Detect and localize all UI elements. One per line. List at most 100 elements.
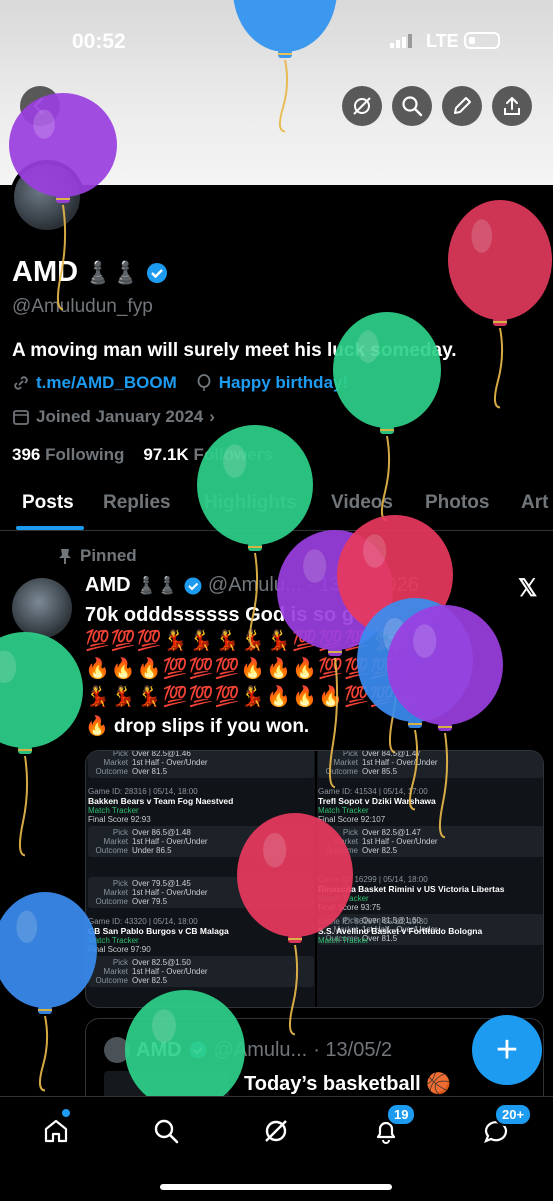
balloon-icon <box>0 632 83 857</box>
slip-pick: Over 82.5@1.47 <box>362 828 421 837</box>
slip-pick: Over 86.5@1.48 <box>132 828 191 837</box>
followers-label[interactable]: Followers <box>193 445 272 464</box>
slip-market-label: Market <box>103 888 128 897</box>
notifications-badge: 19 <box>386 1103 417 1126</box>
slip-details: Pick Over 86.5@1.48 Market 1st Half - Over/… <box>88 826 314 857</box>
slip-teams: CB San Pablo Burgos v CB Malaga <box>88 926 229 936</box>
slip-final-score: Final Score 97:90 <box>88 945 151 954</box>
x-logo-icon[interactable]: 𝕏 <box>518 574 537 603</box>
quoted-avatar <box>104 1037 130 1063</box>
profile-name-emojis: ♟️♟️ <box>84 259 139 285</box>
profile-handle: @Amuludun_fyp <box>12 296 153 317</box>
share-button[interactable] <box>492 86 532 126</box>
plus-icon: + <box>495 1028 519 1071</box>
betslip-entry: Game ID: 28316 | 05/14, 18:00 Bakken Bear… <box>88 787 314 857</box>
slip-pick: Over 84.5@1.47 <box>362 750 421 758</box>
calendar-icon <box>13 410 29 425</box>
post-avatar[interactable] <box>12 578 72 638</box>
post-emoji-line: 💯💯💯💃💃💃💃💃💯💯💯💃💃 <box>85 630 422 652</box>
post-text-2: 🔥 drop slips if you won. <box>85 716 310 737</box>
pin-icon <box>59 549 71 564</box>
betslip-entry: Pick Over 82.5@1.46 Market 1st Half - Over/… <box>88 751 314 778</box>
slip-game-id: Game ID: 16299 | 05/14, 18:00 <box>318 875 428 884</box>
tab-posts[interactable]: Posts <box>22 492 74 514</box>
home-icon <box>44 1119 68 1143</box>
tab-photos[interactable]: Photos <box>425 492 489 514</box>
following-label[interactable]: Following <box>45 445 124 464</box>
tab-videos[interactable]: Videos <box>331 492 393 514</box>
edit-button[interactable] <box>442 86 482 126</box>
slip-outcome-label: Outcome <box>95 767 128 776</box>
profile-joined[interactable]: Joined January 2024 › <box>12 407 215 427</box>
slip-pick: Over 79.5@1.45 <box>132 879 191 888</box>
slip-details: Pick Over 82.5@1.50 Market 1st Half - Over/… <box>88 956 314 987</box>
slip-market-label: Market <box>333 837 358 846</box>
profile-tabs: Posts Replies Highlights Videos Photos A… <box>0 484 553 531</box>
profile-name: AMD ♟️♟️ <box>12 256 169 289</box>
post-date: · 13/05/2026 <box>306 574 419 596</box>
slip-market: 1st Half - Over/Under <box>132 967 208 976</box>
balloon-icon <box>197 374 211 391</box>
slip-details: Pick Over 82.5@1.46 Market 1st Half - Over/… <box>88 751 314 778</box>
grok-button[interactable] <box>342 86 382 126</box>
nav-notifications[interactable]: 19 <box>366 1103 417 1151</box>
edit-icon <box>454 97 471 114</box>
post-emoji-line: 🔥🔥🔥💯💯💯🔥🔥🔥💯💯💯💯 <box>85 658 422 680</box>
following-count[interactable]: 396 <box>12 445 40 464</box>
slip-details: Pick Over 82.5@1.47 Market 1st Half - Over/… <box>318 826 543 857</box>
compose-button[interactable]: + <box>472 1015 542 1085</box>
slip-teams: Rinascita Basket Rimini v US Victoria Li… <box>318 884 505 894</box>
quoted-author: AMD <box>136 1038 182 1061</box>
nav-grok[interactable] <box>256 1111 296 1151</box>
search-icon <box>402 96 423 117</box>
status-time: 00:52 <box>72 30 126 53</box>
slip-match-tracker: Match Tracker <box>318 936 369 945</box>
verified-icon <box>146 262 167 283</box>
post-author[interactable]: AMD <box>85 574 131 597</box>
status-bar: 00:52 LTE <box>0 28 553 56</box>
slip-pick-label: Pick <box>112 828 128 837</box>
slip-details: Pick Over 79.5@1.45 Market 1st Half - Over/… <box>88 877 314 908</box>
nav-messages[interactable]: 20+ <box>476 1103 533 1151</box>
quoted-post-header: AMD @Amulu... · 13/05/2 <box>104 1037 392 1063</box>
tab-highlights[interactable]: Highlights <box>204 492 297 514</box>
back-button[interactable] <box>20 86 60 126</box>
slip-match-tracker: Match Tracker <box>318 806 369 815</box>
grok-icon <box>265 1120 287 1142</box>
betslip-column-left: Pick Over 82.5@1.46 Market 1st Half - Over/… <box>88 751 314 1007</box>
slip-outcome: Under 86.5 <box>132 846 172 855</box>
nav-search[interactable] <box>146 1111 186 1151</box>
post-image-betslips[interactable]: Pick Over 82.5@1.46 Market 1st Half - Over/… <box>85 750 544 1008</box>
slip-outcome-label: Outcome <box>325 846 358 855</box>
followers-count[interactable]: 97.1K <box>143 445 188 464</box>
verified-icon <box>184 577 202 594</box>
slip-teams: Bakken Bears v Team Fog Naestved <box>88 796 234 806</box>
link-icon <box>14 376 28 390</box>
profile-link[interactable]: t.me/AMD_BOOM <box>36 373 177 393</box>
search-button[interactable] <box>392 86 432 126</box>
birthday-link[interactable]: Happy birthday! <box>219 373 348 393</box>
slip-outcome: Over 82.5 <box>132 976 168 985</box>
battery-icon <box>464 32 500 49</box>
tab-art[interactable]: Art <box>521 492 548 514</box>
slip-match-tracker: Match Tracker <box>88 806 139 815</box>
tab-replies[interactable]: Replies <box>103 492 171 514</box>
post-emoji-line: 💃💃💃💯💯💯💃🔥🔥🔥💯💯🔥 <box>85 686 422 708</box>
home-dot <box>62 1109 70 1117</box>
betslip-entry: Pick Over 84.5@1.47 Market 1st Half - Over/… <box>318 750 543 778</box>
post-author-emojis: ♟️♟️ <box>135 575 178 595</box>
slip-game-id: Game ID: 28316 | 05/14, 18:00 <box>88 787 198 796</box>
slip-market: 1st Half - Over/Under <box>362 758 438 767</box>
profile-avatar[interactable] <box>10 160 84 234</box>
nav-home[interactable] <box>36 1109 76 1151</box>
search-icon <box>154 1119 179 1144</box>
slip-pick-label: Pick <box>342 750 358 758</box>
network-label: LTE <box>426 31 459 51</box>
pinned-label: Pinned <box>58 546 137 566</box>
joined-text: Joined January 2024 <box>36 407 204 426</box>
slip-market-label: Market <box>103 967 128 976</box>
slip-game-id: Game ID: 43320 | 05/14, 18:00 <box>88 917 198 926</box>
share-icon <box>504 96 520 115</box>
column-divider <box>315 751 317 1007</box>
quoted-handle: @Amulu... <box>213 1038 308 1061</box>
